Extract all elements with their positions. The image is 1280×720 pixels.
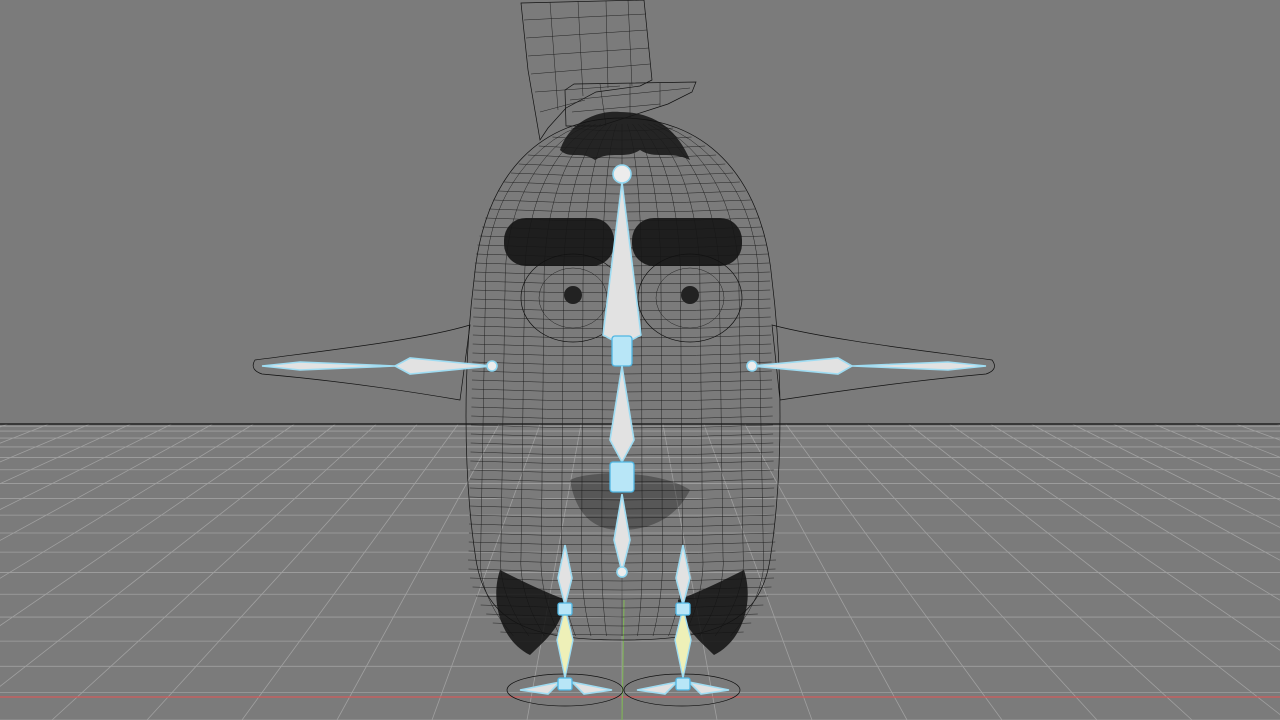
grid-line [0,423,50,444]
right-eyebrow [632,218,742,266]
mesh-meridian [658,123,765,637]
grid-line [990,423,1280,601]
grid-line [703,423,813,720]
grid-line [146,423,418,720]
grid-line [241,423,459,720]
mesh-meridian [480,123,586,637]
grid-line [431,423,541,720]
grid-line [1194,423,1280,458]
right-lower-arm-bone[interactable] [851,361,987,371]
spine-upper-bone[interactable] [609,365,635,464]
viewport-canvas[interactable] [0,0,1280,720]
3d-viewport[interactable] [0,0,1280,720]
grid-line [867,423,1193,720]
mesh-meridian [637,123,684,637]
hair-tuft [560,111,690,160]
grid-line [908,423,1280,716]
grid-line [826,423,1098,720]
spine-joint[interactable] [609,461,635,493]
grid-line [1112,423,1280,501]
right-upper-arm-bone[interactable] [751,357,854,375]
grid-line [0,423,254,579]
hip-joint[interactable] [616,566,628,578]
left-feather-cluster [496,570,566,655]
grid-line [51,423,377,720]
grid-line [526,423,582,720]
grid-line [0,423,132,485]
mesh-meridian [627,123,643,637]
left-shoulder-joint[interactable] [486,360,498,372]
left-lower-arm-bone[interactable] [261,361,396,371]
grid-line [1071,423,1280,528]
grid-line [744,423,908,720]
mesh-meridian [632,123,663,637]
mesh-meridian [520,123,596,637]
left-ankle-joint[interactable] [557,677,573,691]
grid-line [1153,423,1280,478]
mesh-meridian [581,123,612,637]
right-shoulder-joint[interactable] [746,360,758,372]
grid-line [1235,423,1280,441]
mesh-meridian [601,123,617,637]
right-knee-joint[interactable] [675,602,691,616]
neck-joint[interactable] [611,335,633,367]
left-knee-joint[interactable] [557,602,573,616]
right-thigh-bone[interactable] [675,544,691,609]
grid-line [0,423,336,687]
grid-line [336,423,500,720]
head-bone-tip[interactable] [612,164,632,184]
grid-line [0,423,295,627]
left-upper-arm-bone[interactable] [393,357,493,375]
head-bone[interactable] [602,181,642,346]
grid-line [0,423,9,428]
grid-line [1031,423,1280,561]
right-ankle-joint[interactable] [675,677,691,691]
grid-line [785,423,1003,720]
left-thigh-bone[interactable] [557,544,573,609]
